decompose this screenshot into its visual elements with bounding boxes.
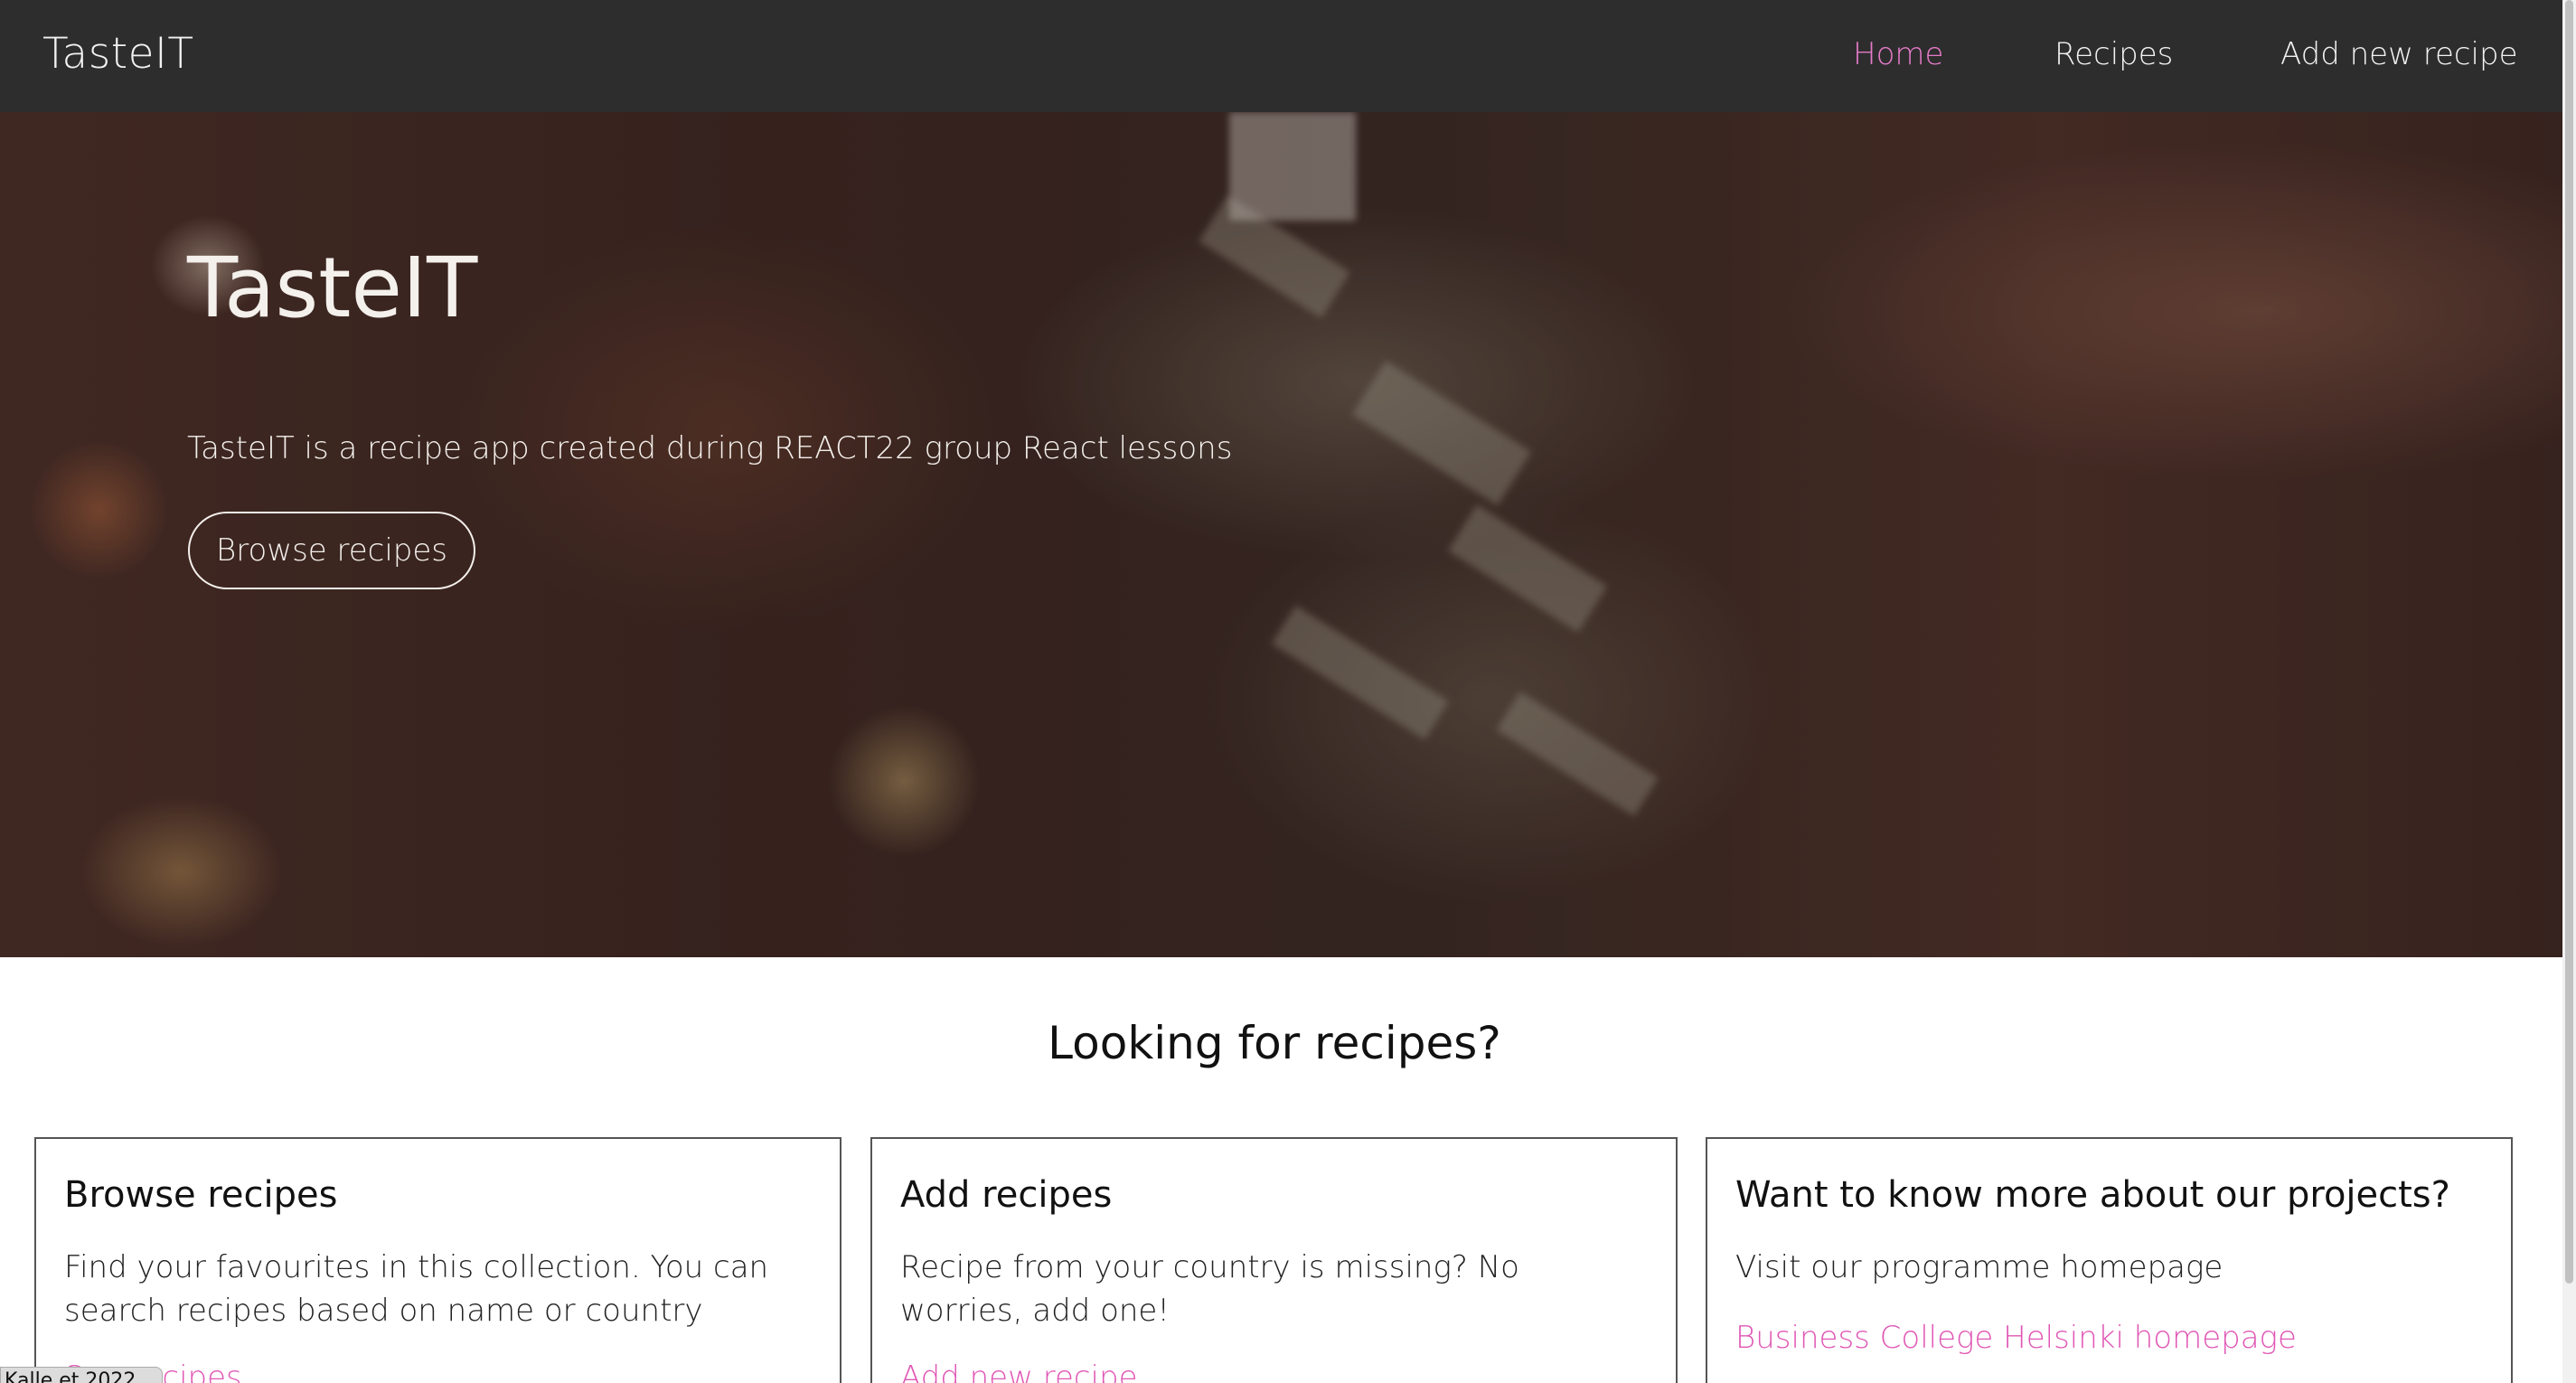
card-more-info: Want to know more about our projects? Vi…: [1706, 1137, 2513, 1383]
hero-description: TasteIT is a recipe app created during R…: [187, 430, 1233, 466]
vertical-scrollbar-thumb[interactable]: [2565, 0, 2573, 1284]
nav-link-home[interactable]: Home: [1853, 34, 1943, 74]
footer-credit: Kalle et 2022: [0, 1367, 163, 1383]
card-title: Add recipes: [900, 1174, 1113, 1216]
nav-link-recipes[interactable]: Recipes: [2054, 34, 2173, 74]
top-navbar: TasteIT Home Recipes Add new recipe: [0, 0, 2562, 112]
card-add-recipes: Add recipes Recipe from your country is …: [870, 1137, 1678, 1383]
add-new-recipe-link[interactable]: Add new recipe: [900, 1356, 1138, 1383]
page: TasteIT Home Recipes Add new recipe Tast…: [0, 0, 2576, 1383]
business-college-homepage-link[interactable]: Business College Helsinki homepage: [1735, 1316, 2297, 1359]
card-text: Visit our programme homepage: [1735, 1249, 2223, 1285]
brand-logo-link[interactable]: TasteIT: [42, 27, 194, 81]
card-browse-recipes: Browse recipes Find your favourites in t…: [34, 1137, 841, 1383]
nav-link-add-new-recipe[interactable]: Add new recipe: [2280, 34, 2518, 74]
section-title: Looking for recipes?: [1048, 1017, 1501, 1069]
card-title: Browse recipes: [64, 1174, 338, 1216]
hero-title: TasteIT: [187, 240, 478, 336]
card-text: Recipe from your country is missing? No …: [900, 1249, 1519, 1329]
card-text: Find your favourites in this collection.…: [64, 1249, 769, 1329]
browse-recipes-button[interactable]: Browse recipes: [188, 512, 475, 589]
hero-banner: TasteIT TasteIT is a recipe app created …: [0, 112, 2562, 957]
card-title: Want to know more about our projects?: [1735, 1174, 2450, 1216]
